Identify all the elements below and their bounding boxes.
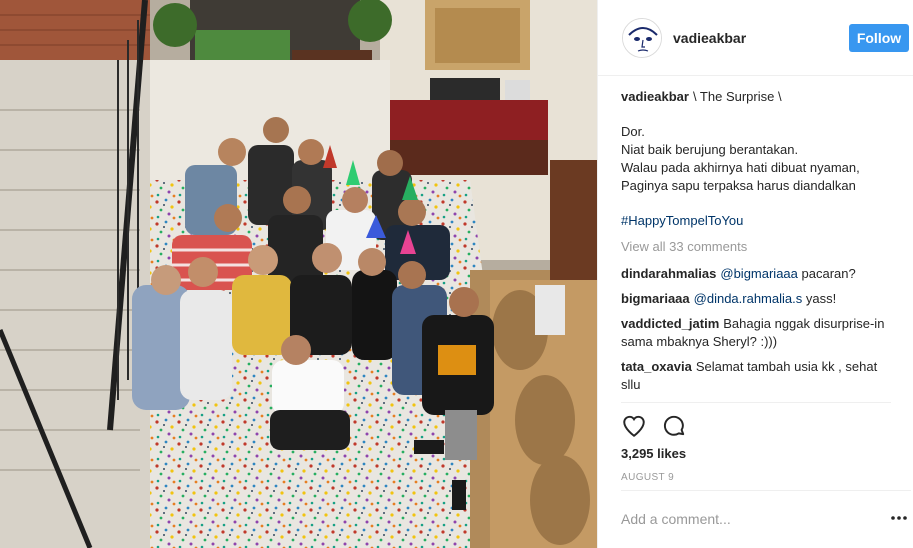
- comments-section: vadieakbar \ The Surprise \ Dor. Niat bai…: [621, 88, 897, 404]
- comment-text: pacaran?: [797, 266, 856, 281]
- caption-line: Paginya sapu terpaksa harus diandalkan: [621, 178, 856, 193]
- heart-icon[interactable]: [621, 413, 647, 439]
- caption-body: Dor. Niat baik berujung berantakan. Wala…: [621, 123, 897, 195]
- avatar-face-icon: [623, 19, 661, 57]
- post-author-username[interactable]: vadieakbar: [673, 30, 746, 46]
- add-comment-input[interactable]: [621, 507, 861, 531]
- likes-count[interactable]: 3,295 likes: [621, 446, 686, 461]
- caption-title: \ The Surprise \: [692, 89, 782, 104]
- caption-line: Niat baik berujung berantakan.: [621, 142, 799, 157]
- comment-item: tata_oxavia Selamat tambah usia kk , seha…: [621, 358, 897, 394]
- post-header: vadieakbar Follow: [598, 0, 913, 76]
- comment-mention[interactable]: @dinda.rahmalia.s: [694, 291, 803, 306]
- comment-item: vaddicted_jatim Bahagia nggak disurprise-…: [621, 315, 897, 351]
- more-options-icon[interactable]: [889, 509, 909, 527]
- comment-item: bigmariaaa @dinda.rahmalia.s yass!: [621, 290, 897, 308]
- post-details-panel: vadieakbar Follow vadieakbar \ The Surpri…: [597, 0, 913, 548]
- comment-mention[interactable]: @bigmariaaa: [720, 266, 798, 281]
- caption-line: Dor.: [621, 124, 645, 139]
- comment-username[interactable]: bigmariaaa: [621, 291, 690, 306]
- caption-line: Walau pada akhirnya hati dibuat nyaman,: [621, 160, 860, 175]
- view-all-comments-link[interactable]: View all 33 comments: [621, 238, 897, 256]
- post-date[interactable]: AUGUST 9: [621, 472, 674, 483]
- add-comment-bar: [621, 490, 911, 548]
- post-actions: [621, 402, 891, 442]
- group-photo-illustration: [0, 0, 597, 548]
- comment-username[interactable]: vaddicted_jatim: [621, 316, 719, 331]
- comment-username[interactable]: tata_oxavia: [621, 359, 692, 374]
- comment-text: yass!: [802, 291, 837, 306]
- comment-item: dindarahmalias @bigmariaaa pacaran?: [621, 265, 897, 283]
- caption-username[interactable]: vadieakbar: [621, 89, 689, 104]
- comment-icon[interactable]: [661, 413, 687, 439]
- comment-username[interactable]: dindarahmalias: [621, 266, 716, 281]
- follow-button[interactable]: Follow: [849, 24, 909, 52]
- caption-hashtag[interactable]: #HappyTompelToYou: [621, 212, 897, 230]
- post-photo[interactable]: [0, 0, 597, 548]
- avatar[interactable]: [622, 18, 662, 58]
- caption-header: vadieakbar \ The Surprise \: [621, 88, 897, 106]
